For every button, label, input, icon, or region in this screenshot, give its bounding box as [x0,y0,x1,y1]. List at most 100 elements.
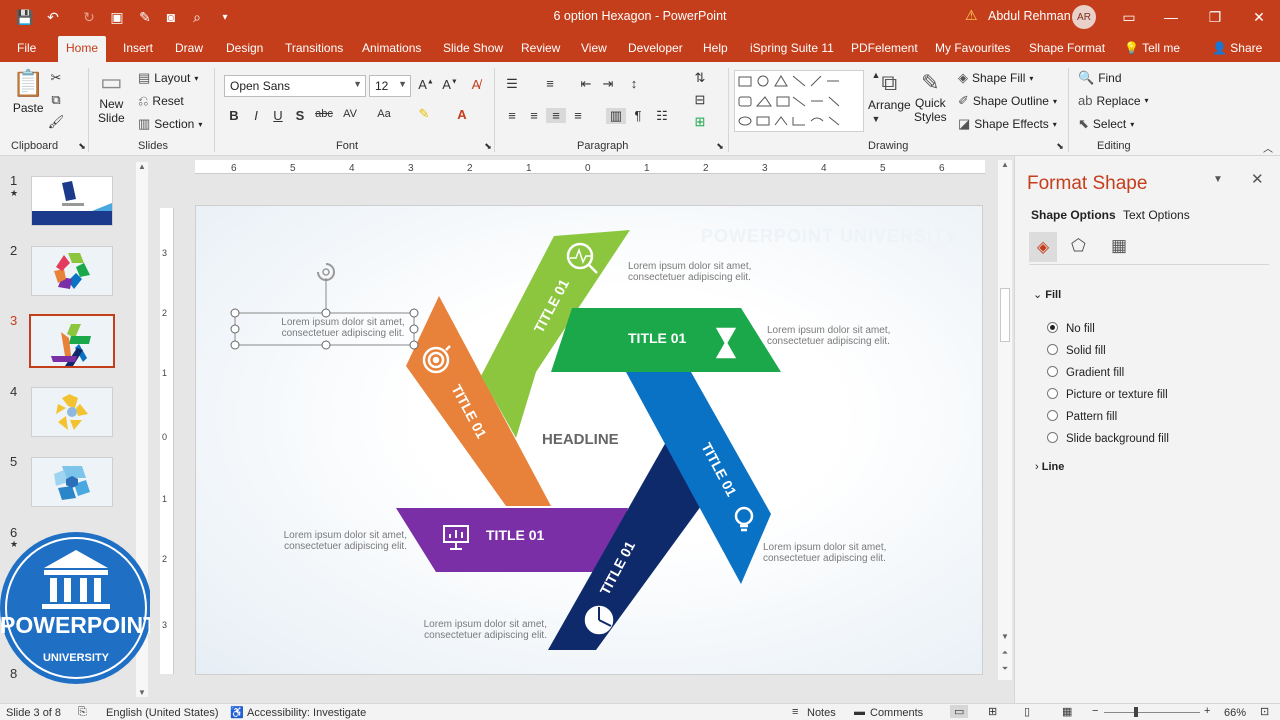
scroll-up-icon[interactable]: ▲ [136,162,148,171]
description-text-selected[interactable]: Lorem ipsum dolor sit amet, consectetuer … [278,317,408,339]
tab-shape-options[interactable]: Shape Options [1031,208,1116,222]
smartart-icon[interactable]: ⊞ [690,114,710,130]
replace-button[interactable]: ab Replace ▾ [1078,93,1149,108]
shadow-icon[interactable]: S [290,108,310,123]
previous-slide-icon[interactable]: ⏶ [998,648,1012,658]
section-button[interactable]: ▥ Section ▾ [138,116,202,132]
customize-qat-icon[interactable]: ▾ [214,7,236,27]
highlight-icon[interactable]: ✎ [414,106,434,122]
line-section-header[interactable]: › Line [1035,461,1064,473]
shapes-gallery[interactable] [734,70,864,132]
maximize-button[interactable]: ❐ [1200,6,1230,28]
tab-transitions[interactable]: Transitions [285,41,343,55]
bullets-icon[interactable]: ☰ [502,76,522,92]
reset-button[interactable]: ⎌ Reset [138,93,184,109]
close-button[interactable]: ✕ [1244,6,1274,28]
slide-scrollbar[interactable]: ▲ ▼ ⏶ ⏷ [998,160,1012,680]
description-text[interactable]: Lorem ipsum dolor sit amet, consectetuer … [763,542,898,564]
copy-icon[interactable]: ⧉ [46,92,66,108]
undo-icon[interactable]: ↶ [42,7,64,27]
minimize-button[interactable]: — [1156,6,1186,28]
strikethrough-icon[interactable]: abc [314,108,334,120]
collapse-ribbon-icon[interactable]: ︿ [1258,140,1278,155]
slide-thumbnail-1[interactable] [31,176,113,226]
increase-font-icon[interactable]: A▲ [416,77,436,92]
decrease-indent-icon[interactable]: ⇤ [576,76,596,92]
shape-fill-button[interactable]: ◈ Shape Fill ▾ [958,70,1033,86]
dialog-launcher-icon[interactable]: ⬊ [1050,141,1070,152]
font-name-combo[interactable]: Open Sans ▼ [224,75,366,97]
title-label-green[interactable]: TITLE 01 [628,330,687,346]
description-text[interactable]: Lorem ipsum dolor sit amet, consectetuer … [272,530,407,552]
tab-ispring[interactable]: iSpring Suite 11 [750,41,834,55]
fill-line-icon[interactable]: ◈ [1029,232,1057,262]
slideshow-icon[interactable]: ▦ [1062,705,1072,718]
scroll-thumb[interactable] [1000,288,1010,342]
tab-file[interactable]: File [17,41,36,55]
dialog-launcher-icon[interactable]: ⬊ [478,141,498,152]
align-text-vertical-icon[interactable]: ⊟ [690,92,710,108]
pane-options-icon[interactable]: ▼ [1213,174,1223,185]
quick-styles-button[interactable]: ✎ Quick Styles [914,70,947,124]
title-label-purple[interactable]: TITLE 01 [486,527,545,543]
scroll-down-icon[interactable]: ▼ [136,688,148,697]
radio-pattern-fill[interactable]: Pattern fill [1047,406,1169,428]
paste-button[interactable]: 📋 Paste [12,68,44,115]
tell-me[interactable]: 💡 Tell me [1124,41,1180,55]
slide-thumbnail-5[interactable] [31,457,113,507]
align-left-icon[interactable]: ≡ [502,108,522,123]
font-color-icon[interactable]: A [452,107,472,122]
zoom-slider-thumb[interactable] [1134,707,1138,717]
notes-button[interactable]: Notes [807,707,836,719]
fill-section-header[interactable]: ⌄ Fill [1033,288,1061,301]
align-text-icon[interactable]: ☷ [652,108,672,124]
increase-indent-icon[interactable]: ⇥ [598,76,618,92]
dialog-launcher-icon[interactable]: ⬊ [72,141,92,152]
new-slide-button[interactable]: ▭ New Slide [98,68,125,125]
align-right-icon[interactable]: ≡ [546,108,566,123]
pentagon-effects-icon[interactable]: ⬠ [1071,236,1086,256]
slide-counter[interactable]: Slide 3 of 8 [6,707,61,719]
clear-formatting-icon[interactable]: A̸ [466,77,486,92]
tab-animations[interactable]: Animations [362,41,421,55]
gallery-more-icon[interactable]: ▼ [866,114,886,124]
radio-no-fill[interactable]: No fill [1047,318,1169,340]
dialog-launcher-icon[interactable]: ⬊ [710,141,730,152]
font-size-combo[interactable]: 12 ▼ [369,75,411,97]
line-spacing-icon[interactable]: ↕ [624,76,644,91]
tab-design[interactable]: Design [226,41,263,55]
find-button[interactable]: 🔍 Find [1078,70,1122,86]
char-spacing-icon[interactable]: AV [340,108,360,120]
slide-thumbnail-4[interactable] [31,387,113,437]
size-properties-icon[interactable]: ▦ [1111,236,1127,256]
reading-view-icon[interactable]: ▯ [1024,705,1030,718]
tab-pdfelement[interactable]: PDFelement [851,41,918,55]
layout-button[interactable]: ▤ Layout ▾ [138,70,198,86]
close-icon[interactable]: ✕ [1251,170,1264,188]
camera-icon[interactable]: ◙ [160,7,182,27]
description-text[interactable]: Lorem ipsum dolor sit amet, consectetuer … [767,325,902,347]
slide-sorter-icon[interactable]: ⊞ [988,705,997,718]
description-text[interactable]: Lorem ipsum dolor sit amet, consectetuer … [628,261,763,283]
tab-developer[interactable]: Developer [628,41,683,55]
zoom-out-icon[interactable]: − [1092,705,1098,717]
touch-mode-icon[interactable]: ✎ [134,7,156,27]
underline-icon[interactable]: U [268,108,288,123]
ribbon-display-icon[interactable]: ▭ [1114,6,1144,28]
select-button[interactable]: ⬉ Select ▾ [1078,116,1134,132]
spelling-icon[interactable]: ⎘ [78,706,87,719]
columns-icon[interactable]: ▥ [606,108,626,124]
cut-icon[interactable]: ✂ [46,70,66,86]
share-button[interactable]: 👤 Share [1212,41,1262,55]
slide-thumbnail-3-selected[interactable] [29,314,115,368]
change-case-icon[interactable]: Aa [374,108,394,120]
user-name[interactable]: Abdul Rehman [988,9,1071,23]
zoom-slider[interactable] [1104,712,1200,713]
numbering-icon[interactable]: ≡ [540,76,560,91]
comments-button[interactable]: Comments [870,707,923,719]
italic-icon[interactable]: I [246,108,266,123]
fit-slide-icon[interactable]: ⊡ [1260,705,1269,718]
tab-draw[interactable]: Draw [175,41,203,55]
align-center-icon[interactable]: ≡ [524,108,544,123]
tab-my-favourites[interactable]: My Favourites [935,41,1010,55]
